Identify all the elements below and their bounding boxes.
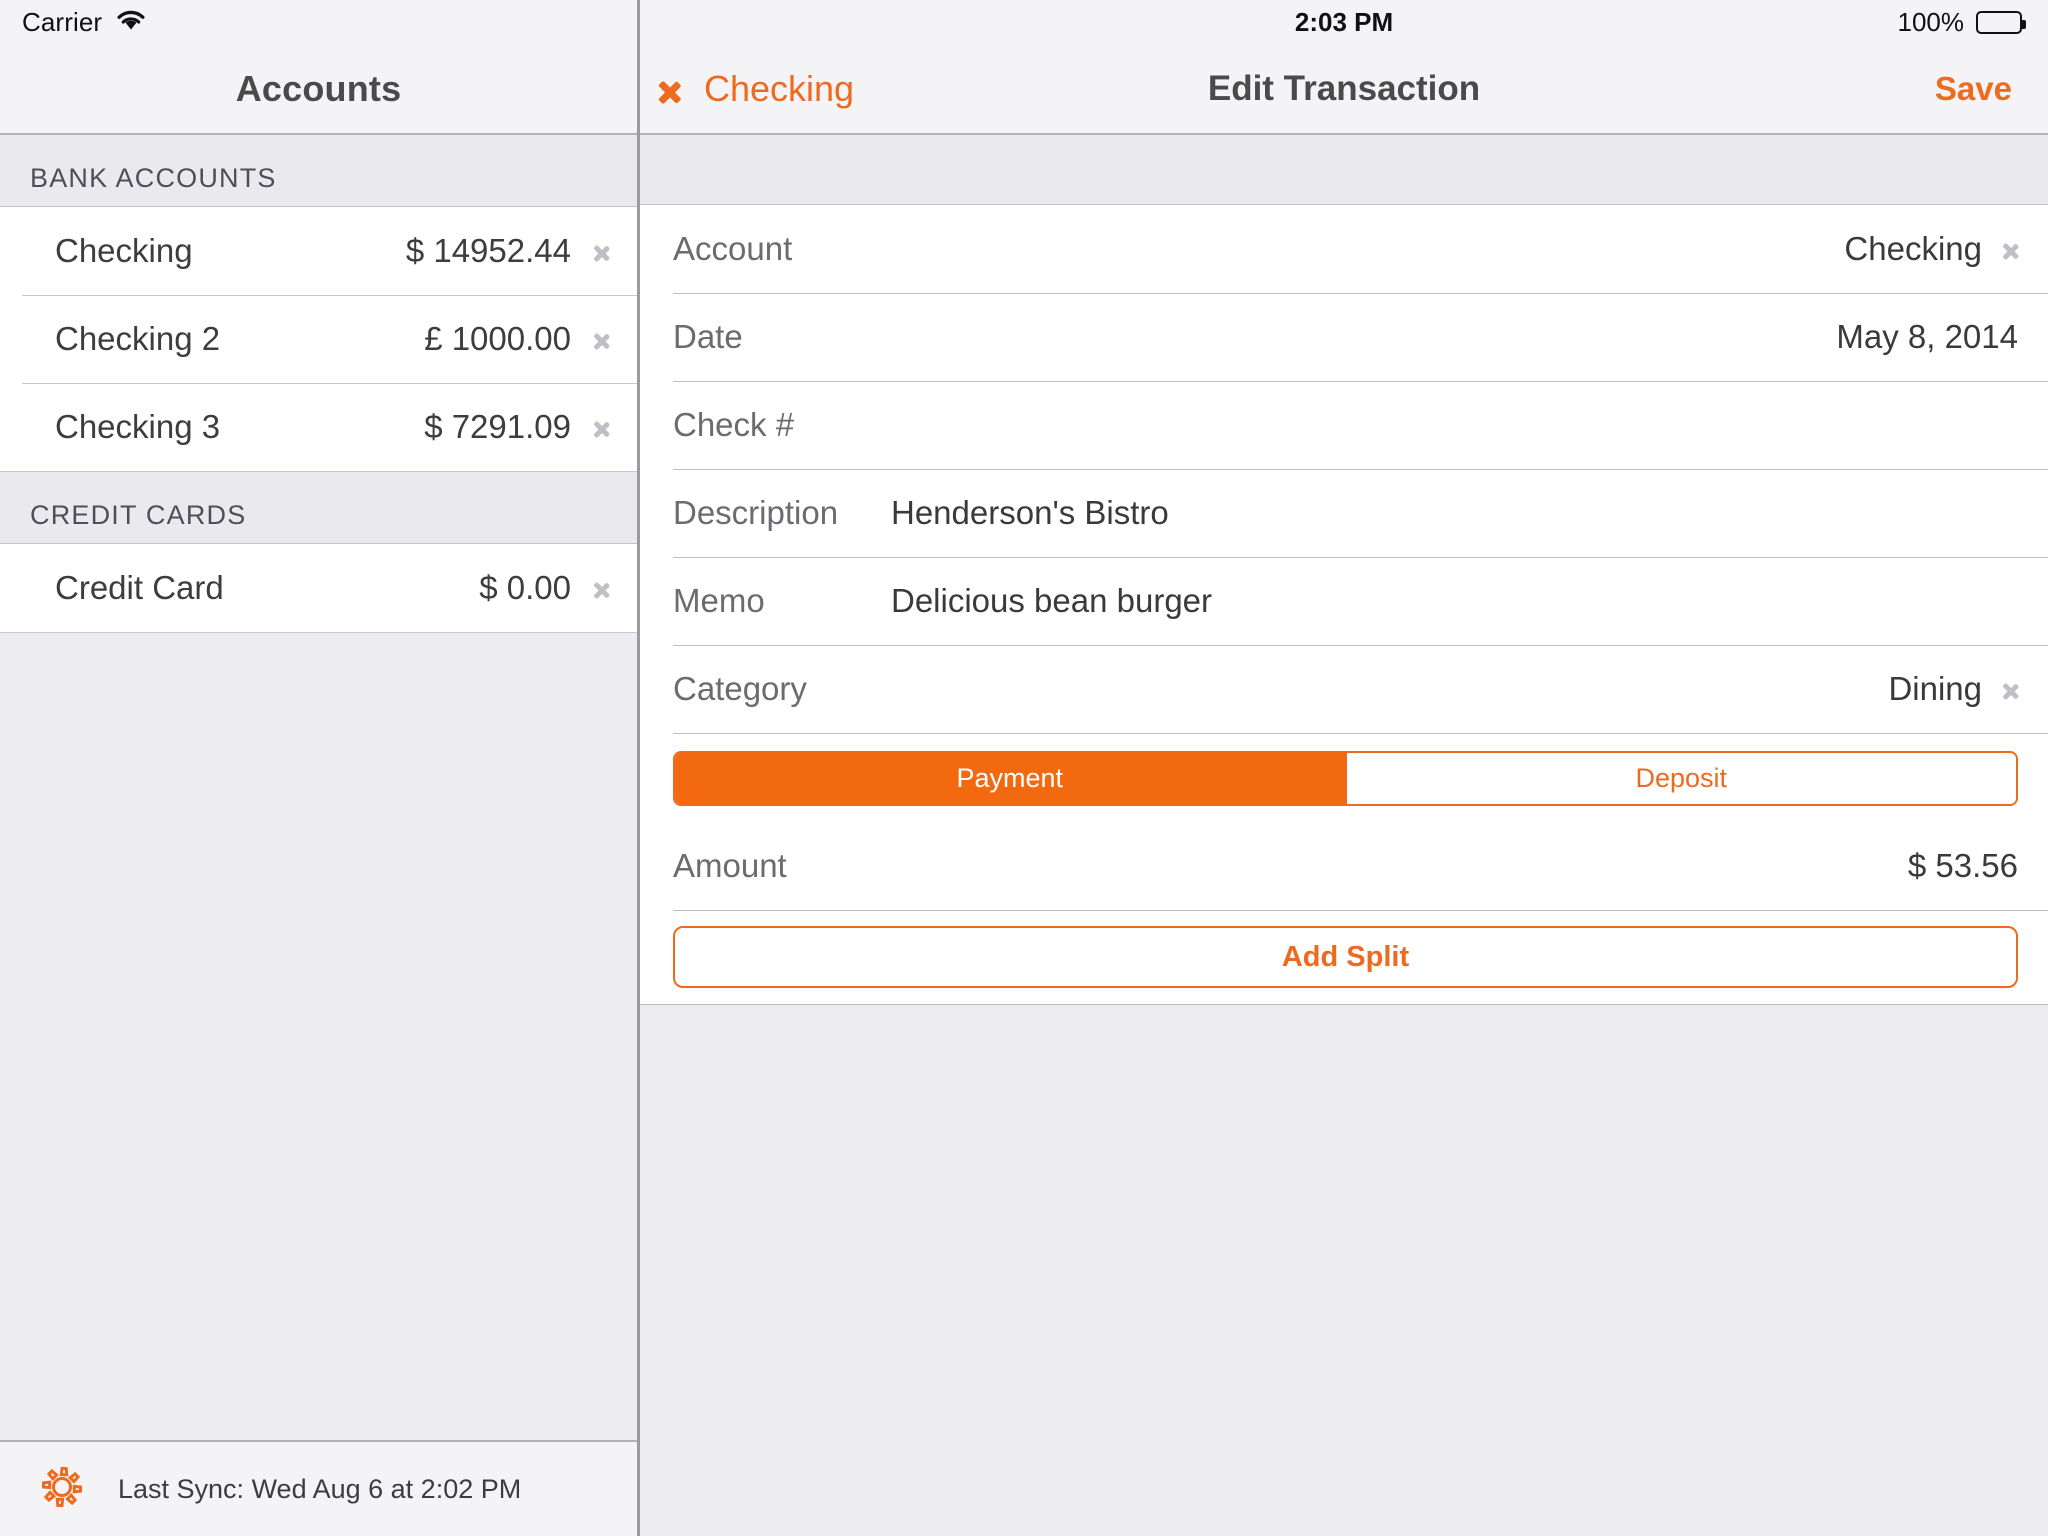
chevron-left-icon	[670, 72, 690, 106]
section-bank-accounts: BANK ACCOUNTS Checking $ 14952.44 Checki…	[0, 135, 637, 472]
description-input[interactable]: Henderson's Bistro	[891, 494, 1169, 532]
battery-indicator: 100%	[1897, 7, 2026, 38]
detail-status-bar: 2:03 PM 100%	[640, 0, 2048, 45]
form-top-spacer	[640, 135, 2048, 205]
page-title: Accounts	[235, 68, 402, 109]
date-field-label: Date	[673, 318, 743, 355]
section-header: CREDIT CARDS	[0, 472, 637, 544]
account-balance: $ 14952.44	[405, 232, 571, 269]
last-sync-label: Last Sync: Wed Aug 6 at 2:02 PM	[118, 1473, 522, 1504]
sidebar-footer: Last Sync: Wed Aug 6 at 2:02 PM	[0, 1440, 637, 1536]
edit-transaction-pane: 2:03 PM 100% Checking Edit Transaction S…	[640, 0, 2048, 1536]
back-button-label: Checking	[704, 68, 855, 109]
form-row-check-number[interactable]: Check #	[640, 381, 2048, 469]
section-header-label: BANK ACCOUNTS	[30, 163, 277, 193]
description-field-label: Description	[673, 494, 839, 531]
form-row-description[interactable]: Description Henderson's Bistro	[640, 469, 2048, 557]
account-name: Credit Card	[55, 569, 224, 606]
accounts-sidebar: Carrier Accounts BANK ACCOUNTS Checking	[0, 0, 640, 1536]
section-header: BANK ACCOUNTS	[0, 135, 637, 207]
account-balance: $ 0.00	[479, 569, 571, 606]
account-row-checking-3[interactable]: Checking 3 $ 7291.09	[0, 383, 637, 471]
form-row-transaction-type: Payment Deposit	[640, 733, 2048, 822]
form-row-amount[interactable]: Amount $ 53.56	[640, 822, 2048, 910]
form-row-category[interactable]: Category Dining	[640, 645, 2048, 733]
gear-icon[interactable]	[38, 1463, 86, 1516]
chevron-right-icon	[593, 325, 609, 353]
account-name: Checking 2	[55, 320, 221, 357]
form-row-date[interactable]: Date May 8, 2014	[640, 293, 2048, 381]
battery-percent-label: 100%	[1897, 7, 1965, 37]
account-balance: £ 1000.00	[424, 320, 571, 357]
account-name: Checking	[55, 232, 193, 269]
wifi-icon	[116, 9, 146, 36]
section-header-label: CREDIT CARDS	[30, 500, 247, 530]
sidebar-status-bar: Carrier	[0, 0, 637, 45]
account-row-checking[interactable]: Checking $ 14952.44	[0, 207, 637, 295]
transaction-form: Account Checking Date May 8, 2014 Check …	[640, 205, 2048, 1005]
form-row-add-split: Add Split	[640, 910, 2048, 1004]
amount-field-label: Amount	[673, 847, 787, 884]
memo-field-label: Memo	[673, 582, 765, 619]
category-field-label: Category	[673, 670, 807, 707]
account-row-credit-card[interactable]: Credit Card $ 0.00	[0, 544, 637, 632]
category-field-value: Dining	[1888, 670, 1982, 707]
form-bottom-spacer	[640, 1005, 2048, 1536]
payment-deposit-segmented-control[interactable]: Payment Deposit	[673, 751, 2018, 806]
detail-nav-bar: Checking Edit Transaction Save	[640, 45, 2048, 135]
battery-full-icon	[1976, 11, 2026, 34]
amount-field-value[interactable]: $ 53.56	[1908, 847, 2018, 885]
chevron-right-icon	[593, 413, 609, 441]
account-field-value: Checking	[1844, 230, 1982, 267]
date-field-value: May 8, 2014	[1836, 318, 2018, 355]
app-root: Carrier Accounts BANK ACCOUNTS Checking	[0, 0, 2048, 1536]
segment-deposit[interactable]: Deposit	[1346, 753, 2016, 804]
account-field-label: Account	[673, 230, 793, 267]
account-row-checking-2[interactable]: Checking 2 £ 1000.00	[0, 295, 637, 383]
memo-input[interactable]: Delicious bean burger	[891, 582, 1212, 620]
account-balance: $ 7291.09	[424, 408, 571, 445]
chevron-right-icon	[2002, 675, 2018, 703]
section-credit-cards: CREDIT CARDS Credit Card $ 0.00	[0, 472, 637, 633]
chevron-right-icon	[2002, 235, 2018, 263]
add-split-button[interactable]: Add Split	[673, 926, 2018, 988]
form-row-memo[interactable]: Memo Delicious bean burger	[640, 557, 2048, 645]
sidebar-nav-bar: Accounts	[0, 45, 637, 135]
form-row-account[interactable]: Account Checking	[640, 205, 2048, 293]
check-number-field-label: Check #	[673, 406, 795, 443]
back-button[interactable]: Checking	[670, 68, 854, 110]
save-button[interactable]: Save	[1935, 70, 2018, 108]
segment-payment[interactable]: Payment	[675, 753, 1345, 804]
clock-label: 2:03 PM	[1294, 7, 1394, 37]
accounts-list[interactable]: BANK ACCOUNTS Checking $ 14952.44 Checki…	[0, 135, 637, 1440]
chevron-right-icon	[593, 574, 609, 602]
account-group: Credit Card $ 0.00	[0, 544, 637, 633]
carrier-label: Carrier	[22, 7, 103, 37]
account-group: Checking $ 14952.44 Checking 2 £ 1000.00…	[0, 207, 637, 472]
account-name: Checking 3	[55, 408, 221, 445]
chevron-right-icon	[593, 237, 609, 265]
